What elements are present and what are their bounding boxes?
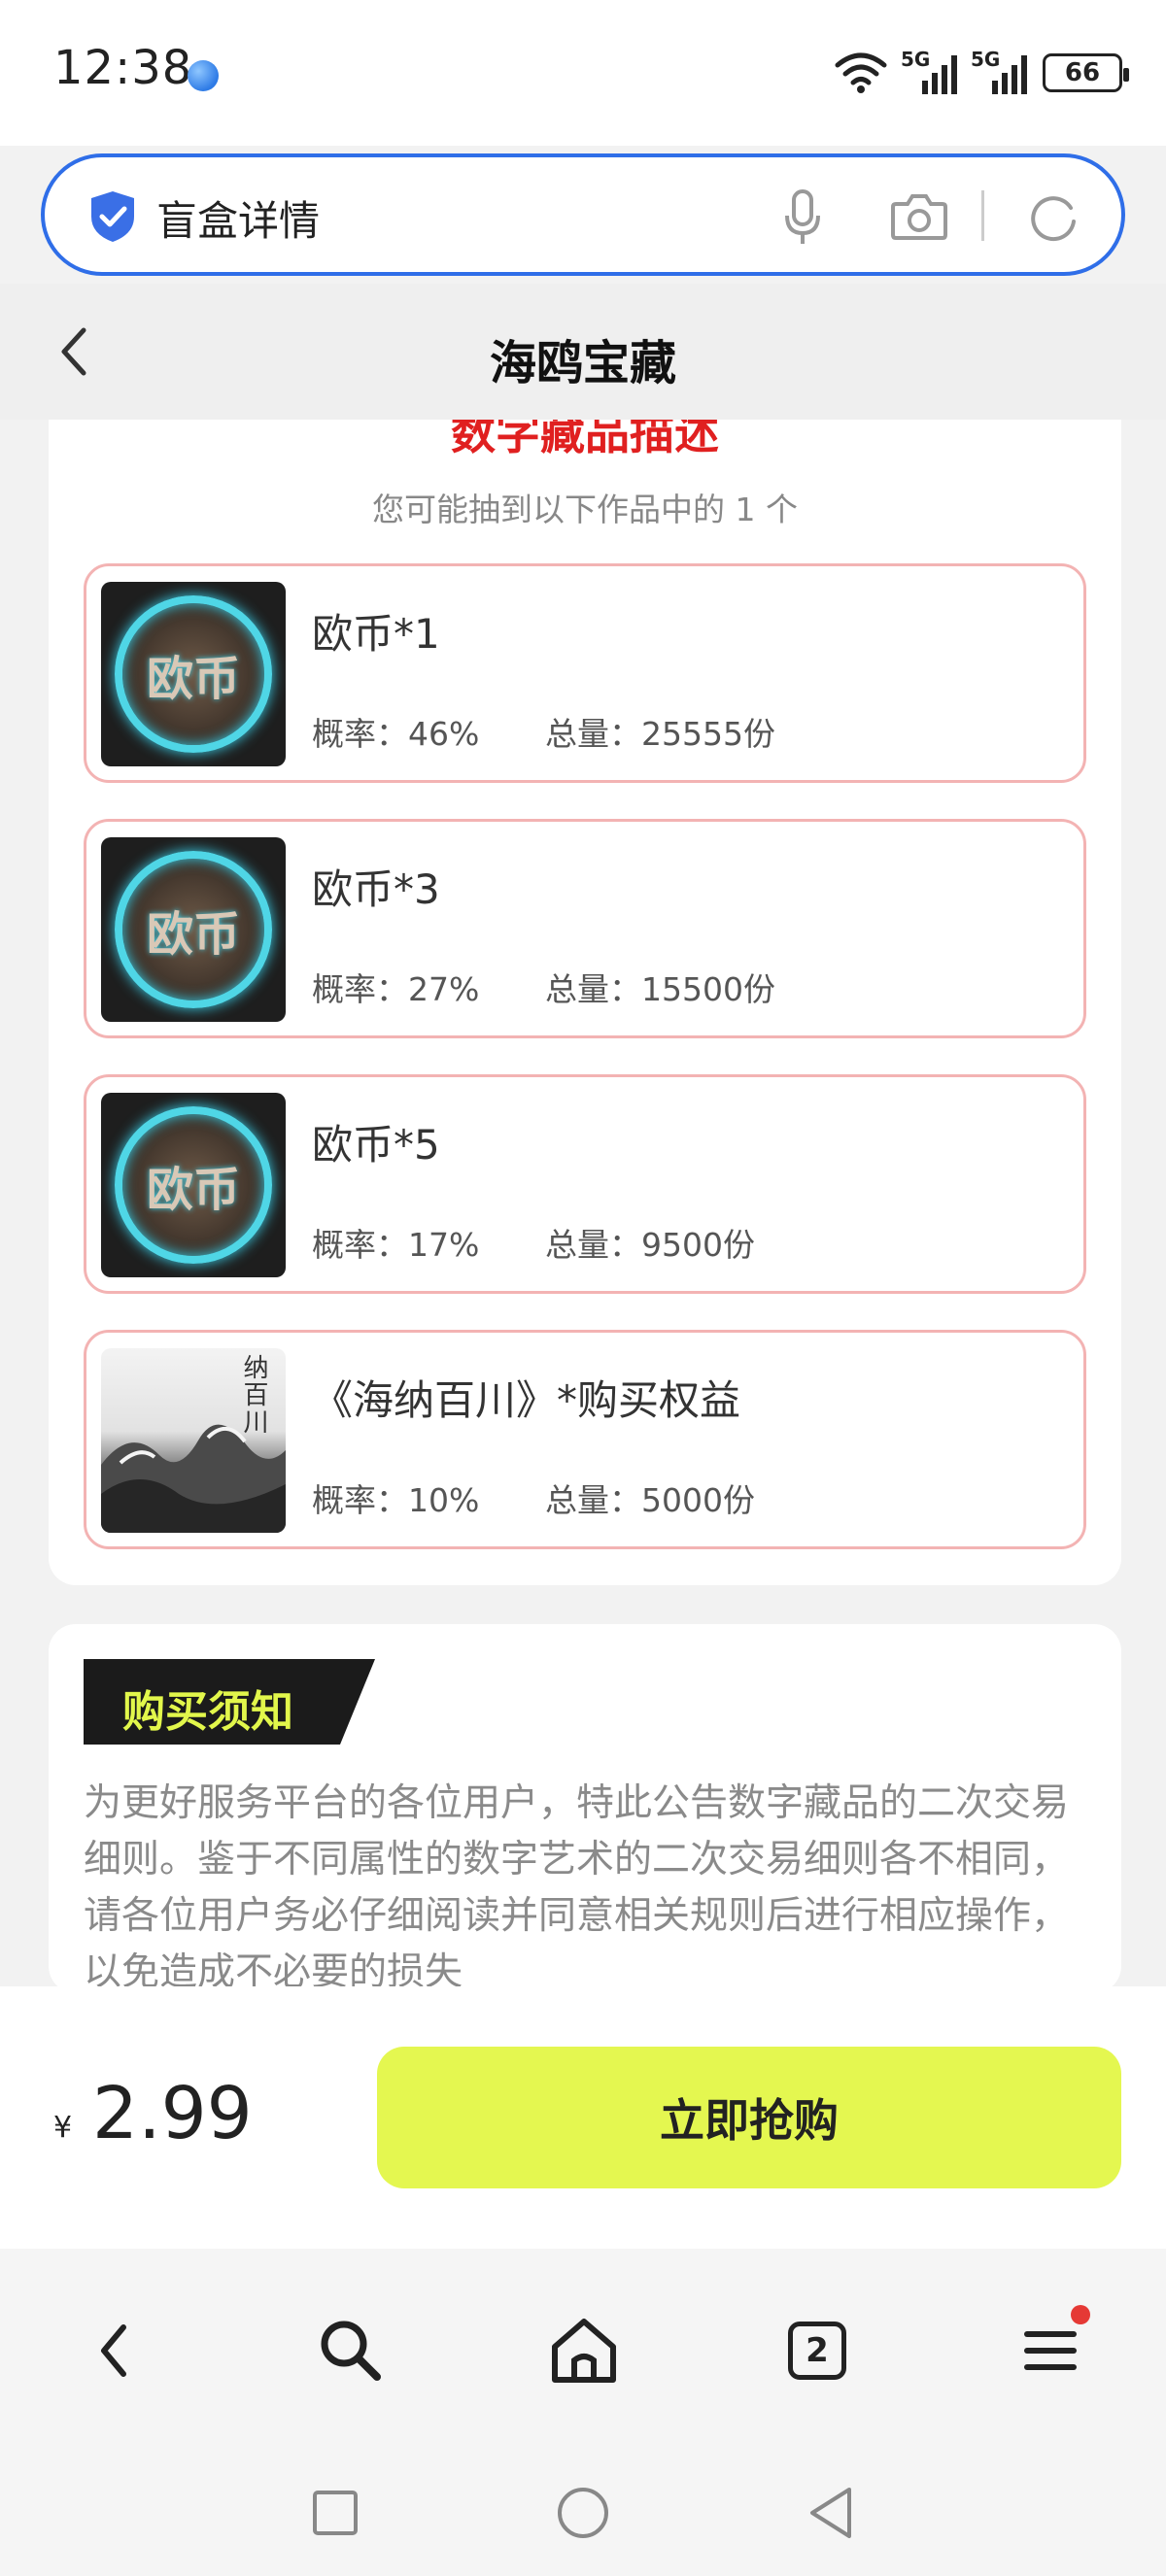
prize-item[interactable]: 纳百川 《海纳百川》*购买权益 概率：10% 总量：5000份: [84, 1330, 1086, 1549]
description-card: 数字藏品描述 您可能抽到以下作品中的 1 个 欧币 欧币*1 概率：46% 总量…: [49, 420, 1121, 1585]
signal-1-label: 5G: [901, 48, 931, 71]
search-icon[interactable]: [307, 2307, 394, 2394]
microphone-icon[interactable]: [783, 188, 822, 247]
purchase-bar: ¥ 2.99 立即抢购: [0, 1986, 1166, 2249]
back-icon[interactable]: [70, 2307, 157, 2394]
coin-glyph: 欧币: [146, 907, 240, 962]
status-time: 12:38: [53, 41, 193, 95]
prize-total: 总量：9500份: [545, 1226, 755, 1264]
description-title: 数字藏品描述: [451, 420, 719, 459]
currency-symbol: ¥: [53, 2111, 73, 2145]
system-nav-bar: [0, 2453, 1166, 2576]
cell-signal-1-icon: 5G: [901, 48, 957, 94]
description-subtitle: 您可能抽到以下作品中的 1 个: [372, 491, 798, 528]
prize-total: 总量：5000份: [545, 1481, 755, 1519]
tab-count: 2: [788, 2322, 846, 2380]
system-back-icon[interactable]: [802, 2484, 860, 2542]
signal-2-label: 5G: [971, 48, 1001, 71]
prize-item[interactable]: 欧币 欧币*5 概率：17% 总量：9500份: [84, 1074, 1086, 1294]
refresh-icon[interactable]: [1026, 190, 1080, 245]
address-search-bar[interactable]: 盲盒详情: [41, 153, 1125, 276]
recent-apps-icon[interactable]: [306, 2484, 364, 2542]
browser-nav-bar: 2: [0, 2249, 1166, 2453]
status-bar: 12:38 5G 5G 66: [0, 0, 1166, 146]
painting-inscription: 纳百川: [239, 1354, 268, 1436]
coin-image: 欧币: [101, 582, 286, 766]
notice-body: 为更好服务平台的各位用户，特此公告数字藏品的二次交易细则。鉴于不同属性的数字艺术…: [84, 1781, 1070, 1993]
search-text: 盲盒详情: [156, 197, 321, 245]
tabs-icon[interactable]: 2: [773, 2307, 861, 2394]
coin-glyph: 欧币: [146, 1163, 240, 1217]
prize-probability: 概率：10%: [312, 1481, 480, 1519]
wifi-icon: [835, 52, 887, 93]
coin-glyph: 欧币: [146, 652, 240, 706]
prize-total: 总量：15500份: [545, 970, 775, 1008]
prize-name: 欧币*5: [312, 1121, 440, 1169]
prize-probability: 概率：46%: [312, 715, 480, 753]
buy-now-button[interactable]: 立即抢购: [377, 2047, 1121, 2188]
search-divider: [981, 190, 984, 241]
prize-item[interactable]: 欧币 欧币*3 概率：27% 总量：15500份: [84, 819, 1086, 1038]
camera-icon[interactable]: [890, 192, 948, 241]
notice-tag: 购买须知: [84, 1659, 375, 1745]
prize-total: 总量：25555份: [545, 715, 775, 753]
price: 2.99: [92, 2072, 253, 2155]
home-circle-icon[interactable]: [554, 2484, 612, 2542]
prize-probability: 概率：27%: [312, 970, 480, 1008]
notice-tag-label: 购买须知: [122, 1687, 293, 1737]
prize-name: 欧币*3: [312, 865, 440, 913]
coin-image: 欧币: [101, 1093, 286, 1277]
prize-probability: 概率：17%: [312, 1226, 480, 1264]
coin-image: 欧币: [101, 837, 286, 1022]
page-title: 海鸥宝藏: [489, 336, 676, 390]
cell-signal-2-icon: 5G: [971, 48, 1027, 94]
purchase-notice-card: 购买须知 为更好服务平台的各位用户，特此公告数字藏品的二次交易细则。鉴于不同属性…: [49, 1624, 1121, 1993]
notification-dot: [1071, 2305, 1090, 2324]
menu-icon[interactable]: [1007, 2305, 1094, 2394]
prize-name: 欧币*1: [312, 610, 440, 658]
page-header: 海鸥宝藏: [0, 284, 1166, 420]
battery-icon: 66: [1043, 53, 1129, 92]
prize-name: 《海纳百川》*购买权益: [312, 1376, 741, 1424]
browser-app-icon: [188, 60, 219, 91]
shield-icon: [91, 191, 134, 242]
prize-item[interactable]: 欧币 欧币*1 概率：46% 总量：25555份: [84, 563, 1086, 783]
home-icon[interactable]: [540, 2307, 628, 2394]
status-indicators: 5G 5G 66: [835, 48, 1129, 97]
wave-painting-image: 纳百川: [101, 1348, 286, 1533]
